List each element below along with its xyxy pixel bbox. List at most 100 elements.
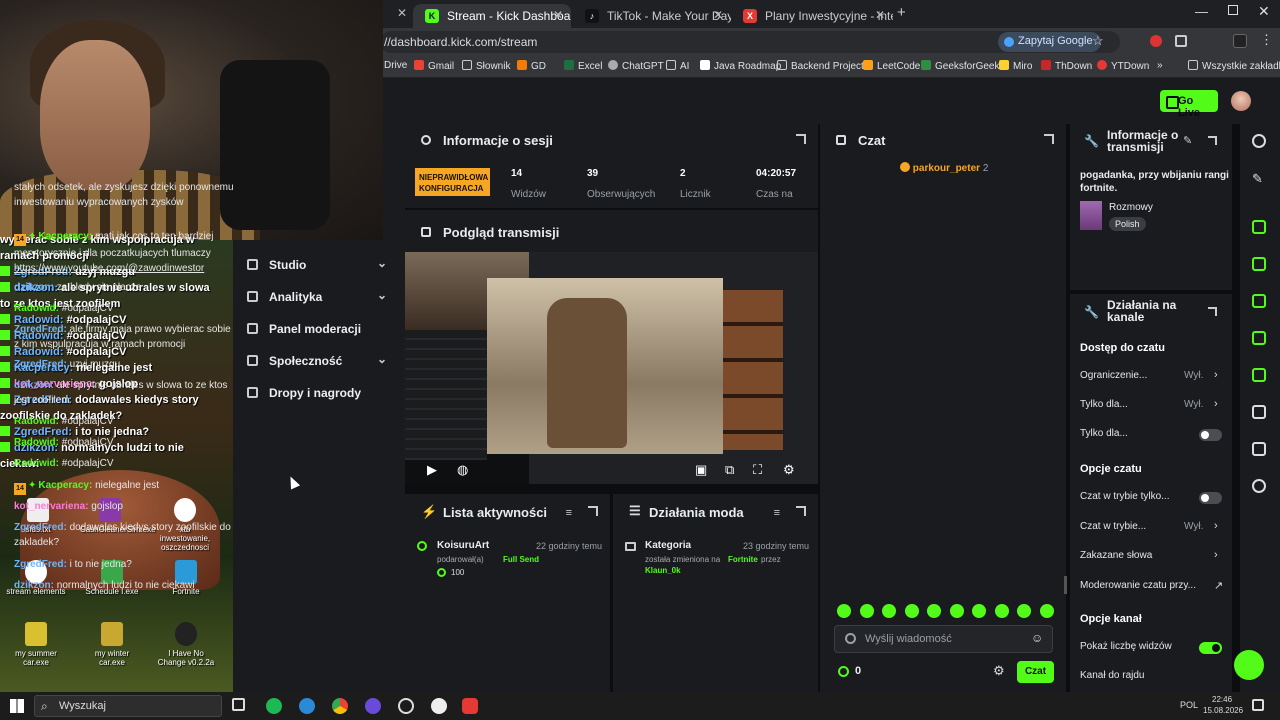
close-tab-icon[interactable]: ✕ — [713, 8, 723, 22]
filter-icon[interactable]: ≡ — [774, 507, 780, 519]
config-warning-badge[interactable]: NIEPRAWIDŁOWA KONFIGURACJA — [415, 168, 490, 196]
bookmark-java-roadmap[interactable]: Java Roadmap — [700, 60, 781, 72]
close-window-icon[interactable]: ✕ — [1258, 3, 1270, 20]
sidebar-item-studio[interactable]: Studio ⌄ — [247, 256, 387, 272]
stream-preview-video[interactable] — [405, 252, 818, 484]
emote-icon[interactable] — [994, 604, 1009, 618]
chat-message[interactable]: ZgredFred: i to nie jedna? — [14, 557, 234, 572]
notifications-icon[interactable] — [1252, 699, 1264, 711]
chat-message[interactable]: dzikzon: za bledy sie placze — [14, 280, 234, 295]
ask-google-button[interactable]: Zapytaj Google — [998, 32, 1101, 52]
share-icon[interactable] — [1252, 479, 1266, 493]
chat-username[interactable]: dzikzon: — [14, 580, 54, 591]
chat-username[interactable]: ZgredFred: — [14, 359, 67, 370]
toggle-switch[interactable] — [1199, 429, 1222, 441]
channel-setting-label[interactable]: Czat w trybie tylko... — [1080, 491, 1169, 502]
bookmark-geeksforgeeks[interactable]: GeeksforGeeks — [921, 60, 1004, 72]
close-tab-icon[interactable]: ✕ — [553, 8, 563, 22]
stream-category[interactable]: Rozmowy — [1109, 202, 1153, 213]
go-live-button[interactable]: Go Live — [1160, 90, 1218, 119]
emote-icon[interactable] — [927, 604, 941, 618]
chat-username[interactable]: Kacperacy: — [38, 480, 92, 491]
chat-username[interactable]: ZgredFred: — [14, 522, 67, 533]
chat-message[interactable]: ZgredFred: uzyj muzgu — [14, 357, 234, 372]
external-link-icon[interactable]: ↗ — [1214, 579, 1223, 592]
fullscreen-icon[interactable]: ⛶ — [753, 462, 762, 478]
popout-icon[interactable] — [588, 506, 598, 516]
language-indicator[interactable]: POL — [1180, 700, 1198, 710]
chat-message[interactable]: dzikzon: normalnych ludzi to nie ciekawi — [14, 578, 234, 593]
chat-message[interactable]: ZgredFred: dodawales kiedys story zoofil… — [14, 520, 234, 550]
bookmark-drive[interactable]: Drive — [384, 60, 407, 71]
spotify-icon[interactable] — [266, 698, 282, 714]
list-icon[interactable] — [1252, 294, 1266, 308]
app-icon[interactable] — [365, 698, 381, 714]
sidebar-item-dropy[interactable]: Dropy i nagrody — [247, 386, 361, 400]
layout-icon[interactable] — [1252, 220, 1266, 234]
chat-message[interactable]: Radowid: #odpalajCV — [14, 301, 234, 316]
app-icon[interactable] — [431, 698, 447, 714]
extension-icon[interactable] — [1150, 35, 1162, 47]
channel-setting-label[interactable]: Czat w trybie... — [1080, 521, 1146, 532]
bolt-icon[interactable] — [1252, 257, 1266, 271]
desktop-icon-summer-car[interactable]: my summer car.exe — [6, 622, 66, 667]
bookmark-all[interactable]: Wszystkie zakładki — [1188, 60, 1280, 72]
extensions-puzzle-icon[interactable] — [1175, 35, 1187, 47]
bookmarks-overflow[interactable]: » — [1157, 60, 1163, 71]
sidebar-item-analityka[interactable]: Analityka ⌄ — [247, 288, 387, 304]
emote-icon[interactable] — [882, 604, 896, 618]
bookmark-miro[interactable]: Miro — [999, 60, 1032, 72]
popout-icon[interactable] — [796, 506, 806, 516]
obs-icon[interactable] — [398, 698, 414, 714]
new-tab-icon[interactable]: + — [897, 4, 906, 21]
emote-icon[interactable] — [859, 604, 874, 618]
chat-username[interactable]: dzikzon: — [14, 282, 54, 293]
chat-message[interactable]: kot_nervariena: gojslop — [14, 499, 234, 514]
tab-tiktok[interactable]: ♪ TikTok - Make Your Day ✕ — [573, 4, 731, 28]
chat-message[interactable]: Radowid: #odpalajCV — [14, 456, 234, 471]
bookmark-ytdown[interactable]: YTDown — [1097, 60, 1149, 72]
close-tab-icon[interactable]: ✕ — [397, 6, 407, 20]
wrench-icon[interactable] — [1252, 442, 1266, 456]
menu-dots-icon[interactable]: ⋮ — [1260, 32, 1273, 48]
moderation-icon[interactable] — [1252, 405, 1266, 419]
channel-setting-label[interactable]: Moderowanie czatu przy... — [1080, 580, 1196, 591]
toggle-switch[interactable] — [1199, 642, 1222, 654]
channel-setting-label[interactable]: Pokaż liczbę widzów — [1080, 641, 1172, 652]
chat-message[interactable]: 14 ✦ Kacperacy: mati jak cos to ten bardzi… — [14, 229, 234, 276]
bookmark-backend-projects[interactable]: Backend Projects — [777, 60, 869, 72]
chevron-right-icon[interactable]: › — [1214, 520, 1218, 532]
code-icon[interactable] — [1252, 368, 1266, 382]
mute-icon[interactable]: ◍ — [457, 462, 468, 478]
maximize-icon[interactable] — [1228, 5, 1238, 15]
chat-scrollbar[interactable] — [1064, 576, 1067, 594]
bookmark-excel[interactable]: Excel — [564, 60, 602, 72]
channel-setting-label[interactable]: Tylko dla... — [1080, 428, 1128, 439]
minimize-icon[interactable]: — — [1195, 4, 1208, 19]
chat-message[interactable]: dzikzon: ale sprytnie ubrales w slowa to… — [14, 378, 234, 408]
chat-username[interactable]: ZgredFred: — [14, 559, 67, 570]
youtube-icon[interactable] — [462, 698, 478, 714]
tab-plany[interactable]: X Plany Inwestycyjne - inteligent ✕ — [731, 4, 893, 28]
desktop-icon-winter-car[interactable]: my winter car.exe — [82, 622, 142, 667]
emote-icon[interactable] — [949, 604, 964, 618]
pip-icon[interactable]: ⧉ — [725, 462, 734, 478]
emote-icon[interactable] — [1017, 604, 1031, 618]
popout-icon[interactable] — [796, 134, 806, 144]
theatre-icon[interactable]: ▣ — [695, 462, 707, 478]
chat-username[interactable]: kot_nervariena: — [14, 501, 88, 512]
filter-icon[interactable]: ≡ — [566, 507, 572, 519]
bookmark-ai[interactable]: AI — [666, 60, 689, 72]
chat-username[interactable]: Kacperacy: — [38, 231, 92, 242]
chat-message-input[interactable]: Wyślij wiadomość ☺ — [834, 625, 1053, 653]
chevron-right-icon[interactable]: › — [1214, 369, 1218, 381]
pinned-user[interactable]: parkour_peter 2 — [900, 162, 988, 174]
tab-kick-dashboard[interactable]: K Stream - Kick Dashboard ✕ — [413, 4, 571, 28]
chat-send-button[interactable]: Czat — [1017, 661, 1054, 683]
settings-icon[interactable]: ⚙ — [783, 462, 795, 478]
chat-settings-icon[interactable]: ⚙ — [993, 663, 1005, 679]
chat-link[interactable]: https://www.youtube.com/@zawodinwestor — [14, 263, 204, 274]
edge-icon[interactable] — [299, 698, 315, 714]
chat-message[interactable]: 14 ✦ Kacperacy: nielegalne jest — [14, 478, 234, 495]
windows-start-icon[interactable] — [10, 699, 24, 713]
